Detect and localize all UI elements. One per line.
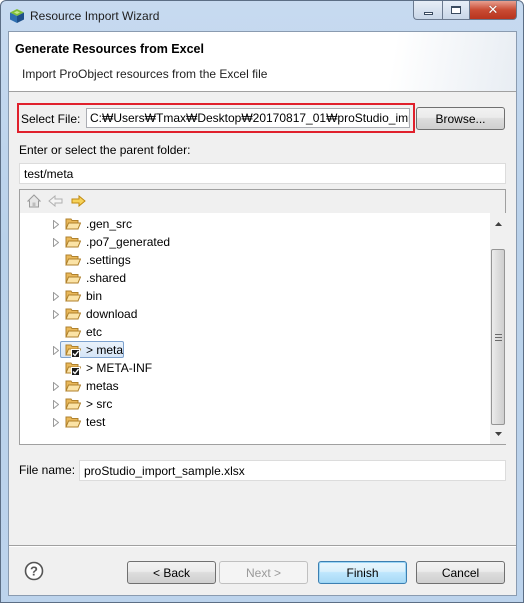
tree-item[interactable]: .settings <box>52 251 131 269</box>
browse-button[interactable]: Browse... <box>416 107 505 130</box>
folder-icon <box>65 343 82 358</box>
page-description: Import ProObject resources from the Exce… <box>22 67 268 81</box>
tree-toolbar <box>20 190 505 212</box>
wizard-body: Generate Resources from Excel Import Pro… <box>8 31 517 596</box>
folder-icon <box>65 307 82 321</box>
home-icon[interactable] <box>26 193 42 209</box>
help-icon: ? <box>24 561 44 581</box>
parent-folder-label: Enter or select the parent folder: <box>19 143 191 157</box>
help-button[interactable]: ? <box>24 561 44 581</box>
expand-arrow-icon[interactable] <box>52 233 60 251</box>
parent-folder-input[interactable]: test/meta <box>19 163 506 184</box>
tree-item[interactable]: test <box>52 413 105 431</box>
cancel-button[interactable]: Cancel <box>416 561 505 584</box>
close-icon: ✕ <box>487 2 499 18</box>
help-glyph: ? <box>30 564 38 579</box>
folder-icon <box>65 253 82 267</box>
title-bar[interactable]: Resource Import Wizard ✕ <box>1 1 523 31</box>
tree-item[interactable]: .gen_src <box>52 215 132 233</box>
tree-item-label: .gen_src <box>86 217 133 231</box>
tree-item[interactable]: metas <box>52 377 119 395</box>
tree-item-label: .po7_generated <box>86 235 171 249</box>
tree-item[interactable]: > META-INF <box>52 359 152 377</box>
expand-arrow-icon[interactable] <box>52 377 60 395</box>
select-file-highlight: Select File: C:₩Users₩Tmax₩Desktop₩20170… <box>17 103 415 133</box>
tree-item[interactable]: .shared <box>52 269 126 287</box>
scroll-down-icon <box>494 431 502 436</box>
back-button[interactable]: < Back <box>127 561 216 584</box>
button-bar-divider-highlight <box>9 546 516 547</box>
tree-item-label: metas <box>86 379 119 393</box>
tree-item[interactable]: download <box>52 305 137 323</box>
scroll-thumb[interactable] <box>491 249 505 425</box>
folder-icon <box>65 271 82 285</box>
scroll-up-icon <box>494 221 502 226</box>
minimize-button[interactable] <box>413 1 442 20</box>
tree-item-label: .shared <box>86 271 127 285</box>
tree-item-label: > META-INF <box>86 361 153 375</box>
close-button[interactable]: ✕ <box>469 1 517 20</box>
tree-item-label: bin <box>86 289 103 303</box>
tree-item-label: .settings <box>86 253 131 267</box>
tree-vertical-scrollbar[interactable] <box>490 213 506 444</box>
folder-tree-panel: .gen_src .po7_generated .settings .shared bi… <box>19 189 506 445</box>
tree-item-label: download <box>86 307 138 321</box>
folder-icon <box>65 217 82 231</box>
tree-item-label: > src <box>86 397 113 411</box>
folder-icon <box>65 289 82 303</box>
tree-item[interactable]: bin <box>52 287 102 305</box>
tree-item-label: etc <box>86 325 103 339</box>
wizard-window: Resource Import Wizard ✕ Generate Resour… <box>0 0 524 603</box>
app-cube-icon <box>10 9 24 23</box>
expand-arrow-icon[interactable] <box>52 341 60 359</box>
folder-icon <box>65 361 82 376</box>
expand-arrow-icon[interactable] <box>52 215 60 233</box>
expand-arrow-icon[interactable] <box>52 287 60 305</box>
wizard-header: Generate Resources from Excel Import Pro… <box>9 32 516 92</box>
file-name-input[interactable]: proStudio_import_sample.xlsx <box>79 460 506 481</box>
folder-icon <box>65 235 82 249</box>
select-file-input[interactable]: C:₩Users₩Tmax₩Desktop₩20170817_01₩proStu… <box>86 108 410 128</box>
shared-overlay-icon <box>71 349 80 358</box>
window-controls: ✕ <box>413 1 517 20</box>
back-arrow-icon[interactable] <box>48 193 64 209</box>
folder-icon <box>65 379 82 393</box>
folder-icon <box>65 397 82 411</box>
next-button[interactable]: Next > <box>219 561 308 584</box>
file-name-label: File name: <box>19 463 76 477</box>
tree-item[interactable]: > meta <box>52 341 123 359</box>
tree-item[interactable]: etc <box>52 323 102 341</box>
expand-arrow-icon[interactable] <box>52 413 60 431</box>
folder-icon <box>65 325 82 339</box>
maximize-button[interactable] <box>442 1 469 20</box>
forward-arrow-icon[interactable] <box>70 193 86 209</box>
folder-tree[interactable]: .gen_src .po7_generated .settings .shared bi… <box>20 213 490 444</box>
page-title: Generate Resources from Excel <box>15 42 204 56</box>
tree-item-label: > meta <box>86 343 124 357</box>
minimize-icon <box>423 11 433 15</box>
window-title: Resource Import Wizard <box>30 9 160 23</box>
finish-button[interactable]: Finish <box>318 561 407 584</box>
tree-item[interactable]: .po7_generated <box>52 233 170 251</box>
select-file-label: Select File: <box>21 112 81 126</box>
scroll-up-button[interactable] <box>490 215 506 232</box>
folder-icon <box>65 415 82 429</box>
shared-overlay-icon <box>71 367 80 376</box>
maximize-icon <box>451 6 461 14</box>
grip-icon <box>494 333 502 341</box>
expand-arrow-icon[interactable] <box>52 305 60 323</box>
scroll-down-button[interactable] <box>490 425 506 442</box>
expand-arrow-icon[interactable] <box>52 395 60 413</box>
tree-item[interactable]: > src <box>52 395 112 413</box>
tree-item-label: test <box>86 415 106 429</box>
